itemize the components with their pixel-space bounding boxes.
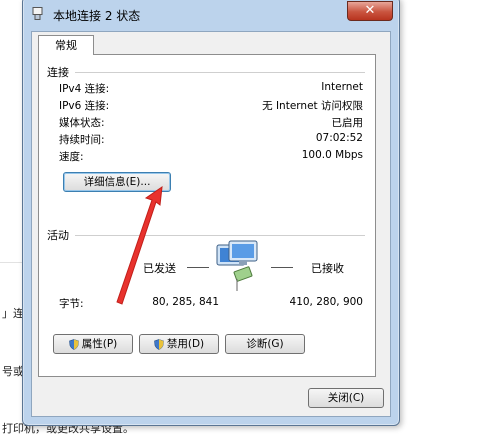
section-divider (75, 72, 365, 73)
network-computers-icon (216, 240, 258, 291)
duration-label: 持续时间: (59, 134, 105, 146)
properties-button[interactable]: 属性(P) (53, 334, 133, 354)
dialog-client-area: 常规 连接 IPv4 连接: Internet IPv6 连接: 无 Inter… (31, 31, 391, 417)
disable-button-label: 禁用(D) (166, 338, 205, 350)
details-button[interactable]: 详细信息(E)... (63, 172, 171, 192)
ipv6-value: 无 Internet 访问权限 (262, 100, 363, 112)
media-state-label: 媒体状态: (59, 117, 105, 129)
background-text-fragment: 号或 (2, 365, 24, 378)
disable-button[interactable]: 禁用(D) (139, 334, 219, 354)
uac-shield-icon (68, 338, 79, 350)
ipv4-label: IPv4 连接: (59, 83, 110, 95)
ipv4-value: Internet (321, 81, 363, 93)
activity-section-title: 活动 (47, 229, 69, 242)
sent-connector-line (187, 267, 209, 268)
tab-general[interactable]: 常规 (38, 35, 94, 55)
speed-value: 100.0 Mbps (301, 149, 363, 161)
bytes-received-value: 410, 280, 900 (289, 296, 363, 308)
received-label: 已接收 (311, 262, 344, 275)
close-window-button[interactable]: ✕ (347, 1, 393, 21)
speed-label: 速度: (59, 151, 84, 163)
close-dialog-button[interactable]: 关闭(C) (308, 388, 384, 408)
section-divider (75, 235, 365, 236)
network-adapter-icon (32, 7, 43, 20)
duration-value: 07:02:52 (315, 132, 363, 144)
status-dialog: 本地连接 2 状态 ✕ 常规 连接 IPv4 连接: Internet IPv6… (22, 0, 400, 426)
background-text-fragment: 」连 (2, 307, 24, 320)
received-connector-line (271, 267, 293, 268)
sent-label: 已发送 (143, 262, 176, 275)
diagnose-button[interactable]: 诊断(G) (225, 334, 305, 354)
bytes-label: 字节: (59, 298, 84, 310)
connection-section-title: 连接 (47, 66, 69, 79)
uac-shield-icon (154, 338, 164, 350)
tab-panel-general: 连接 IPv4 连接: Internet IPv6 连接: 无 Internet… (38, 54, 376, 377)
media-state-value: 已启用 (331, 117, 364, 129)
title-bar[interactable]: 本地连接 2 状态 ✕ (23, 0, 399, 27)
bytes-sent-value: 80, 285, 841 (152, 296, 219, 308)
properties-button-label: 属性(P) (81, 338, 118, 350)
window-title: 本地连接 2 状态 (53, 9, 141, 23)
ipv6-label: IPv6 连接: (59, 100, 110, 112)
background-divider (0, 262, 22, 263)
